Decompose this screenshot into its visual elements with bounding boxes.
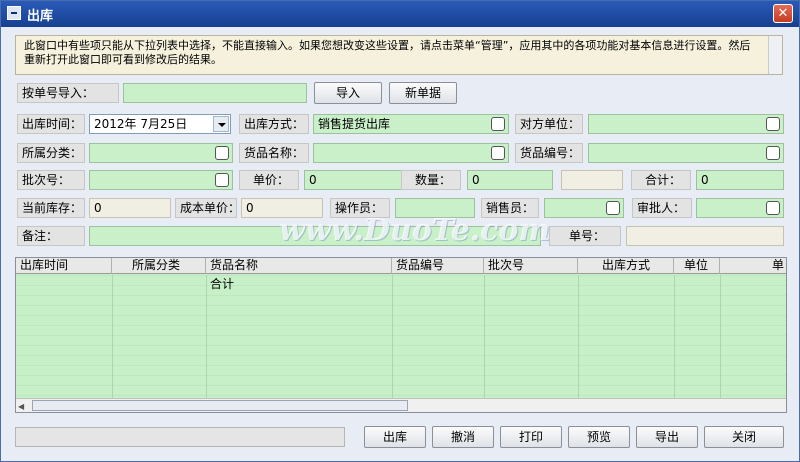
goods-name-label: 货品名称： xyxy=(239,143,309,163)
total-input[interactable]: 0 xyxy=(696,170,784,190)
batch-label: 批次号： xyxy=(17,170,85,190)
category-field[interactable] xyxy=(89,143,233,163)
outbound-window: 出库 ✕ 此窗口中有些项只能从下拉列表中选择，不能直接输入。如果您想改变这些设置… xyxy=(0,0,800,462)
qty-label: 数量： xyxy=(401,170,461,190)
col-goods-no[interactable]: 货品编号 xyxy=(392,258,484,274)
horizontal-scrollbar[interactable]: ◀ xyxy=(16,398,786,412)
table-body xyxy=(16,275,786,398)
note-label: 备注： xyxy=(17,226,85,246)
export-button[interactable]: 导出 xyxy=(636,426,698,448)
col-date[interactable]: 出库时间 xyxy=(16,258,112,274)
select-goods-no-icon[interactable] xyxy=(766,146,780,160)
window-menu-icon[interactable] xyxy=(7,6,21,20)
stock-label: 当前库存： xyxy=(17,198,85,218)
col-more[interactable]: 单 xyxy=(720,258,786,274)
select-goods-icon[interactable] xyxy=(491,146,505,160)
method-label: 出库方式： xyxy=(239,114,309,134)
total-row-label: 合计 xyxy=(210,277,235,291)
col-divider xyxy=(484,275,485,398)
col-divider xyxy=(578,275,579,398)
col-category[interactable]: 所属分类 xyxy=(112,258,206,274)
select-approver-icon[interactable] xyxy=(766,201,780,215)
method-field[interactable]: 销售提货出库 xyxy=(313,114,509,134)
cancel-button[interactable]: 撤消 xyxy=(432,426,494,448)
col-batch[interactable]: 批次号 xyxy=(484,258,578,274)
stock-display: 0 xyxy=(89,198,171,218)
date-value: 2012年 7月25日 xyxy=(94,117,188,131)
scroll-left-icon[interactable]: ◀ xyxy=(18,402,24,411)
select-seller-icon[interactable] xyxy=(606,201,620,215)
col-divider xyxy=(206,275,207,398)
col-method[interactable]: 出库方式 xyxy=(578,258,674,274)
col-divider xyxy=(392,275,393,398)
out-button[interactable]: 出库 xyxy=(364,426,426,448)
select-method-icon[interactable] xyxy=(491,117,505,131)
watermark: www.DuoTe.com xyxy=(279,213,551,248)
chevron-down-icon[interactable] xyxy=(213,116,229,132)
category-label: 所属分类： xyxy=(17,143,85,163)
title-bar: 出库 ✕ xyxy=(1,1,799,27)
scroll-thumb[interactable] xyxy=(32,400,408,411)
info-scrollbar[interactable] xyxy=(768,36,782,74)
select-batch-icon[interactable] xyxy=(215,173,229,187)
method-value: 销售提货出库 xyxy=(318,117,391,131)
col-divider xyxy=(112,275,113,398)
date-picker[interactable]: 2012年 7月25日 xyxy=(89,114,231,134)
table-header: 出库时间 所属分类 货品名称 货品编号 批次号 出库方式 单位 单 xyxy=(16,258,786,274)
price-input[interactable]: 0 xyxy=(304,170,408,190)
col-divider xyxy=(674,275,675,398)
close-icon[interactable]: ✕ xyxy=(773,4,793,23)
info-panel: 此窗口中有些项只能从下拉列表中选择，不能直接输入。如果您想改变这些设置，请点击菜… xyxy=(15,35,783,75)
col-divider xyxy=(720,275,721,398)
records-table[interactable]: 出库时间 所属分类 货品名称 货品编号 批次号 出库方式 单位 单 合计 ◀ xyxy=(15,257,787,413)
close-button[interactable]: 关闭 xyxy=(704,426,784,448)
goods-no-field[interactable] xyxy=(588,143,784,163)
print-button[interactable]: 打印 xyxy=(500,426,562,448)
select-category-icon[interactable] xyxy=(215,146,229,160)
total-label: 合计： xyxy=(631,170,691,190)
partner-label: 对方单位： xyxy=(515,114,583,134)
info-text: 此窗口中有些项只能从下拉列表中选择，不能直接输入。如果您想改变这些设置，请点击菜… xyxy=(24,39,751,66)
import-no-input[interactable] xyxy=(123,83,307,103)
qty-input[interactable]: 0 xyxy=(467,170,553,190)
batch-field[interactable] xyxy=(89,170,233,190)
goods-no-label: 货品编号： xyxy=(515,143,583,163)
preview-button[interactable]: 预览 xyxy=(568,426,630,448)
doc-no-label: 单号： xyxy=(549,226,621,246)
select-partner-icon[interactable] xyxy=(766,117,780,131)
partner-field[interactable] xyxy=(588,114,784,134)
col-unit[interactable]: 单位 xyxy=(674,258,720,274)
status-bar xyxy=(15,427,345,447)
cost-label: 成本单价： xyxy=(175,198,240,218)
doc-no-display xyxy=(626,226,784,246)
price-label: 单价： xyxy=(239,170,299,190)
approver-field[interactable] xyxy=(696,198,784,218)
date-label: 出库时间： xyxy=(17,114,85,134)
window-title: 出库 xyxy=(27,9,54,24)
col-goods-name[interactable]: 货品名称 xyxy=(206,258,392,274)
import-button[interactable]: 导入 xyxy=(314,82,382,104)
goods-name-field[interactable] xyxy=(313,143,509,163)
new-document-button[interactable]: 新单据 xyxy=(389,82,457,104)
seller-field[interactable] xyxy=(544,198,624,218)
unit-display xyxy=(561,170,623,190)
import-label: 按单号导入： xyxy=(17,83,119,103)
approver-label: 审批人： xyxy=(632,198,692,218)
